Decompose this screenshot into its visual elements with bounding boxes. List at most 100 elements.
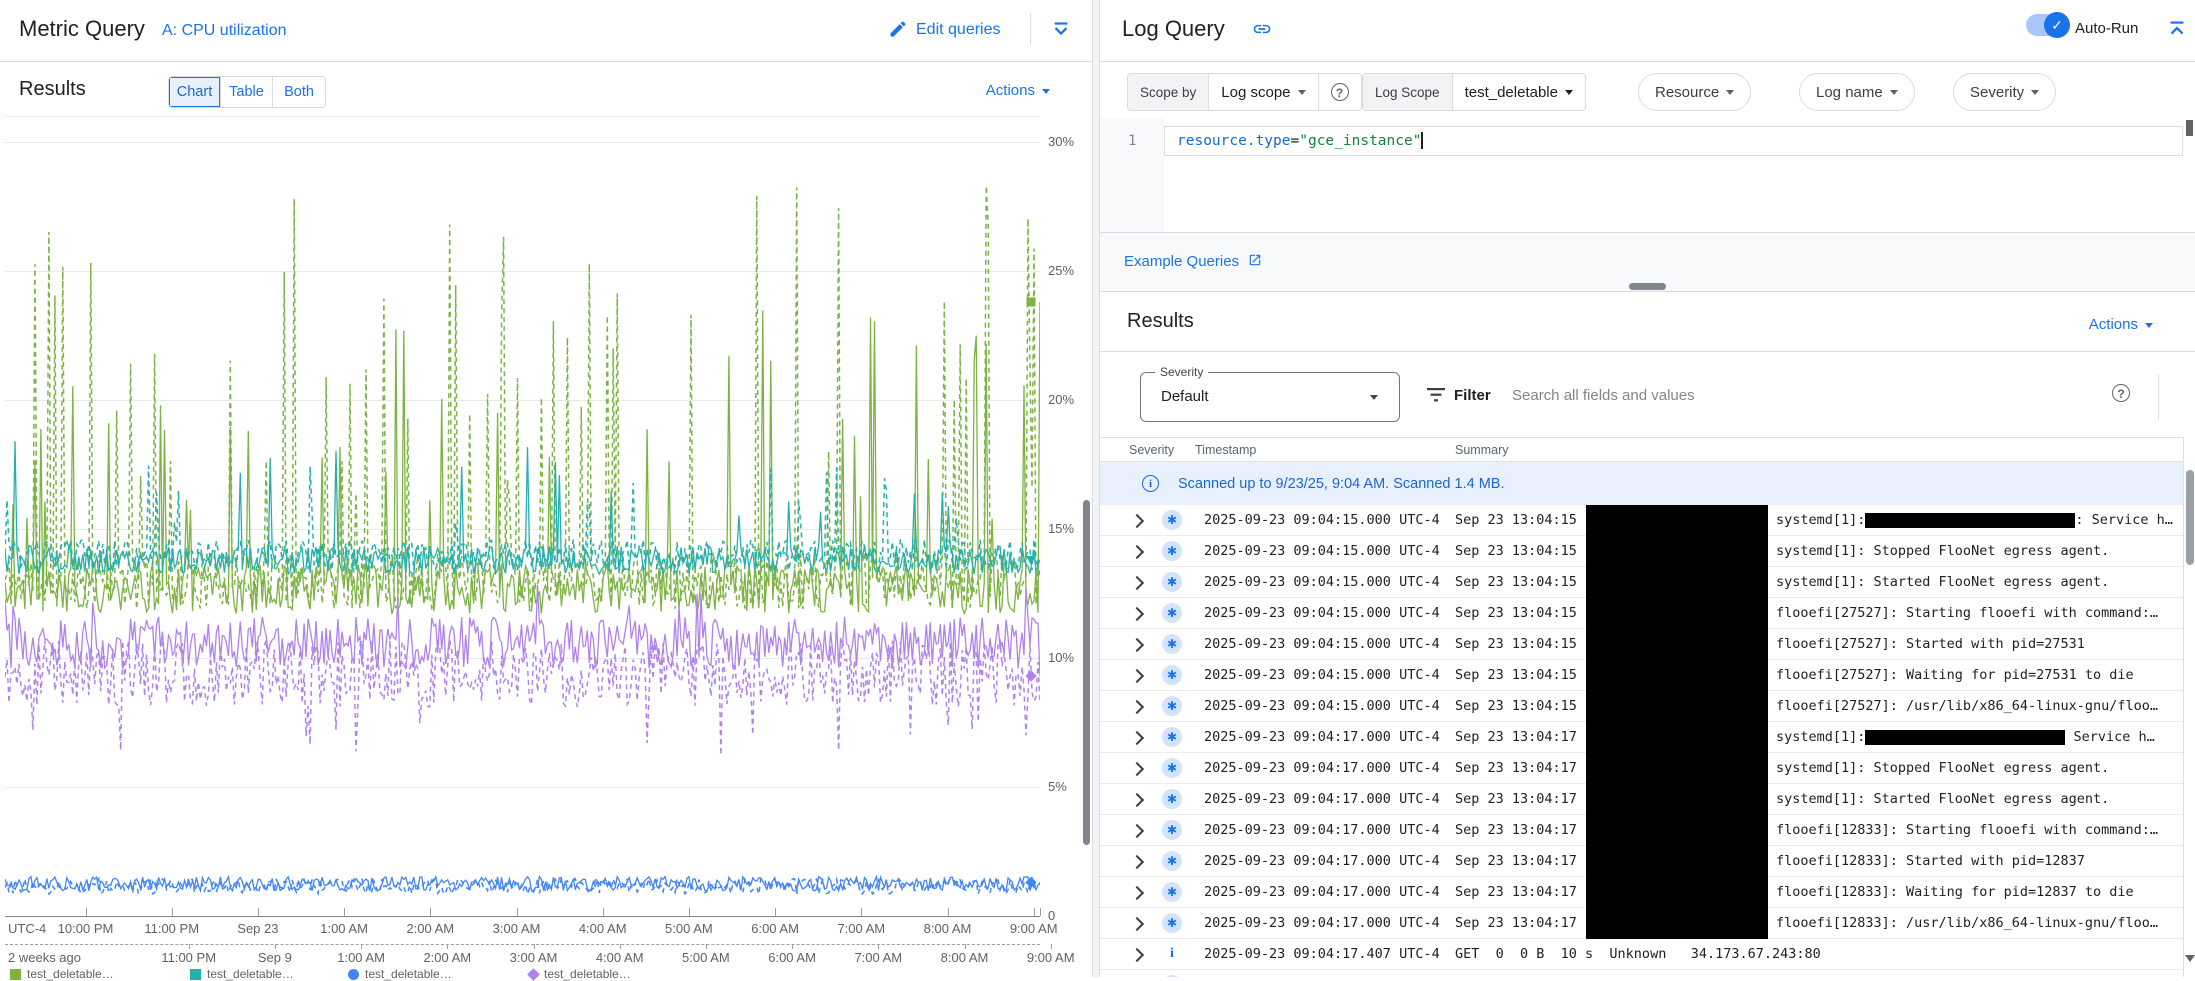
log-timestamp: 2025-09-23 09:04:17.000 UTC-4 xyxy=(1204,760,1440,776)
severity-default-icon: ✱ xyxy=(1162,696,1182,716)
expand-chevron-icon[interactable] xyxy=(1130,576,1144,590)
code-token-string: "gce_instance" xyxy=(1299,133,1421,149)
log-query-title: Log Query xyxy=(1122,16,1225,42)
query-editor: 1 resource.type="gce_instance" xyxy=(1100,118,2195,232)
comparison-tick-label: Sep 9 xyxy=(235,950,315,965)
copy-link-icon[interactable] xyxy=(1252,19,1272,44)
expand-chevron-icon[interactable] xyxy=(1130,669,1144,683)
expand-chevron-icon[interactable] xyxy=(1130,545,1144,559)
redacted-block xyxy=(1586,815,1768,846)
severity-default-icon: ✱ xyxy=(1162,758,1182,778)
log-row[interactable]: ✱2025-09-23 09:04:15.000 UTC-4Sep 23 13:… xyxy=(1100,536,2183,567)
collapse-panel-up-icon[interactable] xyxy=(2166,18,2188,45)
legend-square-icon xyxy=(10,969,21,980)
filter-pill-log-name[interactable]: Log name xyxy=(1799,73,1915,111)
column-summary[interactable]: Summary xyxy=(1455,443,1508,457)
line-number: 1 xyxy=(1128,133,1136,149)
legend-item[interactable]: test_deletable… xyxy=(10,967,114,981)
log-scope-dropdown[interactable]: test_deletable xyxy=(1453,74,1585,110)
y-axis-tick-label: 30% xyxy=(1048,134,1074,149)
severity-default-icon: ✱ xyxy=(1162,913,1182,933)
expand-chevron-icon[interactable] xyxy=(1130,514,1144,528)
expand-chevron-icon[interactable] xyxy=(1130,638,1144,652)
log-row[interactable]: ✱2025-09-23 09:04:15.000 UTC-4Sep 23 13:… xyxy=(1100,598,2183,629)
log-scope-group: Log Scope test_deletable xyxy=(1362,73,1586,111)
expand-chevron-icon[interactable] xyxy=(1130,948,1144,962)
log-message: flooefi[27527]: Starting flooefi with co… xyxy=(1776,605,2178,621)
log-row[interactable]: ✱2025-09-23 09:04:17.000 UTC-4Sep 23 13:… xyxy=(1100,908,2183,939)
log-row[interactable]: ✱2025-09-23 09:04:17.000 UTC-4Sep 23 13:… xyxy=(1100,846,2183,877)
column-timestamp[interactable]: Timestamp xyxy=(1195,443,1256,457)
severity-default-icon: ✱ xyxy=(1162,665,1182,685)
severity-default-icon: ✱ xyxy=(1162,789,1182,809)
log-row[interactable]: ✱2025-09-23 09:04:15.000 UTC-4Sep 23 13:… xyxy=(1100,629,2183,660)
log-row[interactable]: ✱2025-09-23 09:04:17.000 UTC-4Sep 23 13:… xyxy=(1100,753,2183,784)
log-actions-menu[interactable]: Actions xyxy=(2089,316,2153,333)
chevron-down-icon xyxy=(1726,90,1734,95)
column-severity[interactable]: Severity xyxy=(1129,443,1174,457)
legend-item[interactable]: test_deletable… xyxy=(190,967,294,981)
severity-default-icon: ✱ xyxy=(1162,820,1182,840)
x-axis-tick-label: 11:00 PM xyxy=(132,921,212,936)
example-queries-link[interactable]: Example Queries xyxy=(1124,253,1262,270)
query-input[interactable]: resource.type="gce_instance" xyxy=(1164,126,2183,156)
log-summary-prefix: Sep 23 13:04:15 xyxy=(1455,543,1577,559)
editor-scrollbar[interactable] xyxy=(2186,120,2193,136)
x-axis-tick-label: 6:00 AM xyxy=(735,921,815,936)
log-results-toolbar: Results Actions xyxy=(1100,292,2195,352)
log-row[interactable]: ✱2025-09-23 09:04:17.000 UTC-4Sep 23 13:… xyxy=(1100,815,2183,846)
log-row[interactable]: ✱2025-09-23 09:04:15.000 UTC-4Sep 23 13:… xyxy=(1100,691,2183,722)
filter-pill-severity[interactable]: Severity xyxy=(1953,73,2056,111)
comparison-tick-label: 9:00 AM xyxy=(1011,950,1091,965)
log-table-header: Severity Timestamp Summary xyxy=(1100,437,2183,462)
panel-resize-divider[interactable] xyxy=(1092,0,1100,977)
comparison-axis-tick xyxy=(275,944,276,949)
help-icon[interactable]: ? xyxy=(2112,384,2130,402)
log-scope-label: Log Scope xyxy=(1363,74,1453,110)
legend-label: test_deletable… xyxy=(27,967,114,981)
log-timestamp: 2025-09-23 09:04:15.000 UTC-4 xyxy=(1204,667,1440,683)
comparison-tick-label: 4:00 AM xyxy=(580,950,660,965)
log-row[interactable]: ✱2025-09-23 09:04:17.000 UTC-4Sep 23 13:… xyxy=(1100,722,2183,753)
expand-chevron-icon[interactable] xyxy=(1130,762,1144,776)
scrollbar-down-arrow-icon[interactable] xyxy=(2185,955,2195,962)
log-row[interactable]: ✱2025-09-23 09:04:17.000 UTC-4Sep 23 13:… xyxy=(1100,877,2183,908)
text-cursor xyxy=(1421,132,1423,149)
log-row[interactable]: i2025-09-23 09:04:17.407 UTC-4GET 0 0 B … xyxy=(1100,939,2183,970)
expand-chevron-icon[interactable] xyxy=(1130,855,1144,869)
filter-pill-resource[interactable]: Resource xyxy=(1638,73,1751,111)
results-scrollbar-thumb[interactable] xyxy=(2186,470,2194,565)
expand-chevron-icon[interactable] xyxy=(1130,886,1144,900)
help-icon[interactable]: ? xyxy=(1331,83,1349,101)
log-row[interactable]: ✱2025-09-23 09:04:17.000 UTC-4Sep 23 13:… xyxy=(1100,784,2183,815)
scope-by-dropdown[interactable]: Log scope xyxy=(1209,74,1317,110)
log-row[interactable]: ✱2025-09-23 09:04:15.000 UTC-4Sep 23 13:… xyxy=(1100,505,2183,536)
log-summary-prefix: Sep 23 13:04:15 xyxy=(1455,698,1577,714)
left-panel-scrollbar[interactable] xyxy=(1083,500,1090,845)
log-timestamp: 2025-09-23 09:04:17.000 UTC-4 xyxy=(1204,791,1440,807)
code-token-field: resource.type xyxy=(1177,133,1291,149)
expand-chevron-icon[interactable] xyxy=(1130,793,1144,807)
legend-item[interactable]: test_deletable… xyxy=(348,967,452,981)
expand-chevron-icon[interactable] xyxy=(1130,917,1144,931)
search-input[interactable]: Search all fields and values xyxy=(1512,387,1695,404)
results-scrollbar-track[interactable] xyxy=(2183,437,2195,977)
severity-default-icon: ✱ xyxy=(1162,634,1182,654)
scan-status-text: Scanned up to 9/23/25, 9:04 AM. Scanned … xyxy=(1178,476,1504,492)
expand-chevron-icon[interactable] xyxy=(1130,700,1144,714)
log-row[interactable]: ✱2025-09-23 09:04:15.000 UTC-4Sep 23 13:… xyxy=(1100,660,2183,691)
expand-chevron-icon[interactable] xyxy=(1130,607,1144,621)
expand-chevron-icon[interactable] xyxy=(1130,824,1144,838)
log-row[interactable]: ✱ xyxy=(1100,970,2183,977)
severity-select[interactable]: Severity Default xyxy=(1140,372,1400,422)
redacted-block xyxy=(1586,877,1768,908)
legend-item[interactable]: test_deletable… xyxy=(529,967,631,981)
log-row[interactable]: ✱2025-09-23 09:04:15.000 UTC-4Sep 23 13:… xyxy=(1100,567,2183,598)
expand-chevron-icon[interactable] xyxy=(1130,731,1144,745)
section-drag-handle[interactable] xyxy=(1629,283,1666,290)
log-message: flooefi[27527]: Waiting for pid=27531 to… xyxy=(1776,667,2178,683)
auto-run-toggle[interactable]: ✓ xyxy=(2026,14,2068,36)
scan-status-banner: i Scanned up to 9/23/25, 9:04 AM. Scanne… xyxy=(1100,462,2183,505)
log-summary-prefix: Sep 23 13:04:17 xyxy=(1455,915,1577,931)
series-line-comparison xyxy=(5,640,1040,755)
